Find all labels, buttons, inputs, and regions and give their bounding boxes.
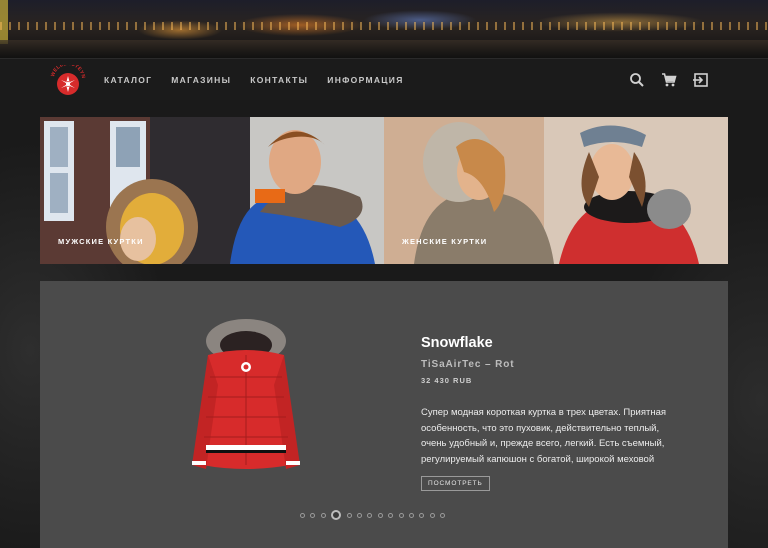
carousel-dot[interactable] [346, 512, 352, 518]
carousel-dot[interactable] [377, 512, 383, 518]
product-price: 32 430 RUB [421, 376, 473, 385]
carousel-dot[interactable] [320, 512, 326, 518]
category-label-men: МУЖСКИЕ КУРТКИ [58, 237, 144, 246]
carousel-dot[interactable] [419, 512, 425, 518]
brand-logo[interactable]: WELLENSTEYN [48, 61, 88, 97]
carousel-dot[interactable] [429, 512, 435, 518]
category-label-women: ЖЕНСКИЕ КУРТКИ [402, 237, 488, 246]
product-jacket-image[interactable] [186, 315, 306, 495]
carousel-dot[interactable] [367, 512, 373, 518]
carousel-dot[interactable] [398, 512, 404, 518]
harbour-lights [0, 22, 768, 30]
product-spotlight: Snowflake TiSaAirTec – Rot 32 430 RUB Су… [40, 281, 728, 548]
harbour-water [0, 40, 768, 58]
nav-actions [614, 71, 710, 89]
view-product-button[interactable]: ПОСМОТРЕТЬ [421, 476, 490, 491]
nav-contacts[interactable]: КОНТАКТЫ [250, 75, 308, 85]
nav-catalog[interactable]: КАТАЛОГ [104, 75, 152, 85]
carousel-dot[interactable] [388, 512, 394, 518]
product-variant: TiSaAirTec – Rot [421, 359, 515, 370]
cart-icon[interactable] [660, 71, 678, 89]
category-tile-men[interactable]: МУЖСКИЕ КУРТКИ [40, 117, 384, 264]
carousel-dot[interactable] [300, 512, 305, 518]
nav-information[interactable]: ИНФОРМАЦИЯ [327, 75, 403, 85]
carousel-dot[interactable] [356, 512, 362, 518]
carousel-dots [300, 510, 450, 520]
product-name: Snowflake [421, 335, 493, 351]
category-tile-women[interactable]: ЖЕНСКИЕ КУРТКИ [384, 117, 728, 264]
header-photo-strip [0, 0, 768, 58]
product-description: Супер модная короткая куртка в трех цвет… [421, 407, 667, 465]
search-icon[interactable] [628, 71, 646, 89]
nav-stores[interactable]: МАГАЗИНЫ [171, 75, 231, 85]
login-icon[interactable] [692, 71, 710, 89]
carousel-dot[interactable] [331, 510, 342, 520]
top-navbar: WELLENSTEYN КАТАЛОГ МАГАЗИНЫ КОНТАКТЫ ИН… [0, 58, 768, 102]
carousel-dot[interactable] [310, 512, 316, 518]
carousel-dot[interactable] [440, 512, 446, 518]
carousel-dot[interactable] [408, 512, 414, 518]
main-menu: КАТАЛОГ МАГАЗИНЫ КОНТАКТЫ ИНФОРМАЦИЯ [104, 59, 423, 101]
